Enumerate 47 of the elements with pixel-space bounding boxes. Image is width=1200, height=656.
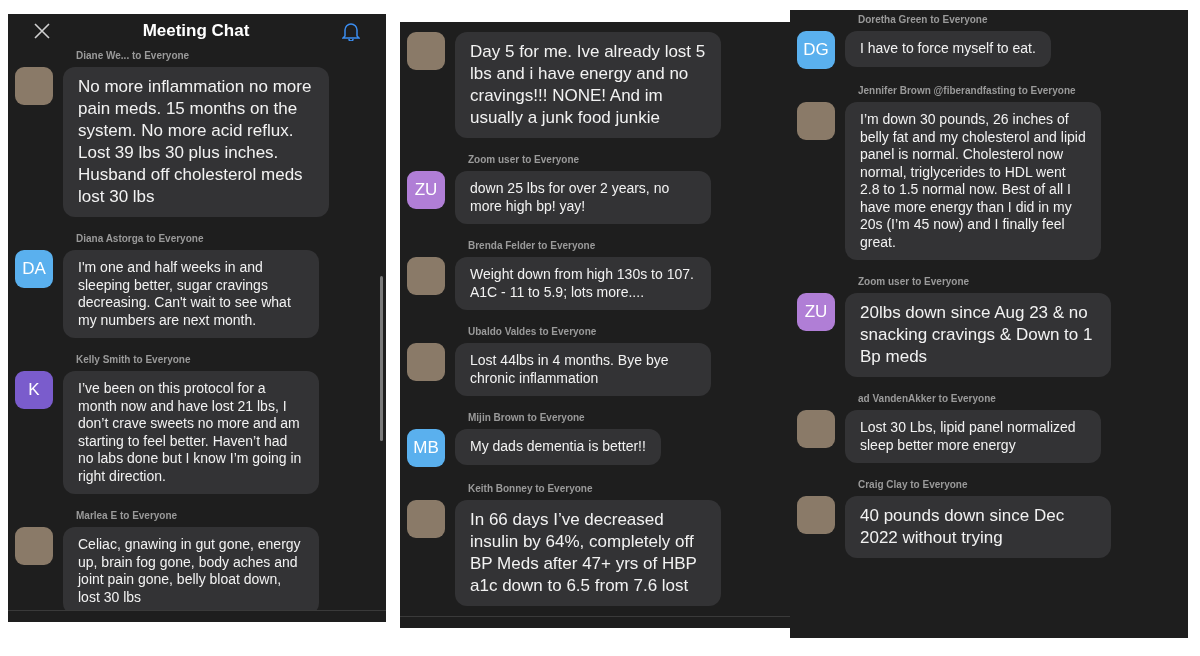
sender-label: Keith Bonney to Everyone [468, 482, 594, 496]
message-bubble: My dads dementia is better!! [455, 429, 661, 465]
avatar: K [15, 371, 53, 409]
avatar-photo-placeholder [407, 32, 445, 70]
message-bubble: down 25 lbs for over 2 years, no more high bp! yay! [455, 171, 711, 224]
avatar: DG [797, 31, 835, 69]
message-bubble: Day 5 for me. Ive already lost 5 lbs and i have energy and no cravings!!! NONE! And im usually a junk food junkie [455, 32, 721, 138]
message-bubble: I’m down 30 pounds, 26 inches of belly fat and my cholesterol and lipid panel is normal. Cholesterol now normal, triglycerides to HDL went 2.8 to 1.5 normal now. Best of all I have more energy than I did in my 20s (I’m 45 now) and I finally feel great. [845, 102, 1101, 260]
chat-title: Meeting Chat [142, 20, 250, 43]
avatar-photo-placeholder [407, 257, 445, 295]
sender-label: Marlea E to Everyone [76, 509, 179, 523]
avatar-photo-placeholder [407, 343, 445, 381]
avatar-photo-placeholder [797, 496, 835, 534]
avatar-photo-placeholder [15, 527, 53, 565]
sender-label: Ubaldo Valdes to Everyone [468, 325, 598, 339]
avatar: MB [407, 429, 445, 467]
avatar: ZU [797, 293, 835, 331]
message-bubble: In 66 days I’ve decreased insulin by 64%, completely off BP Meds after 47+ yrs of HBP a1c down to 6.5 from 7.6 lost [455, 500, 721, 606]
avatar-photo-placeholder [15, 67, 53, 105]
sender-label: Zoom user to Everyone [858, 275, 971, 289]
avatar-photo-placeholder [407, 500, 445, 538]
avatar: DA [15, 250, 53, 288]
sender-label: Jennifer Brown @fiberandfasting to Everyone [858, 84, 1077, 98]
message-bubble: Lost 30 Lbs, lipid panel normalized sleep better more energy [845, 410, 1101, 463]
message-bubble: 40 pounds down since Dec 2022 without trying [845, 496, 1111, 558]
sender-label: Zoom user to Everyone [468, 153, 581, 167]
sender-label: ad VandenAkker to Everyone [858, 392, 997, 406]
message-bubble: I'm one and half weeks in and sleeping better, sugar cravings decreasing. Can't wait to see what my numbers are next month. [63, 250, 319, 338]
message-bubble: I have to force myself to eat. [845, 31, 1051, 67]
avatar: ZU [407, 171, 445, 209]
sender-label: Craig Clay to Everyone [858, 478, 969, 492]
sender-label: Mijin Brown to Everyone [468, 411, 586, 425]
avatar-photo-placeholder [797, 102, 835, 140]
message-bubble: Weight down from high 130s to 107. A1C - 11 to 5.9; lots more.... [455, 257, 711, 310]
close-icon[interactable] [34, 23, 50, 39]
message-bubble: I’ve been on this protocol for a month now and have lost 21 lbs, I don’t crave sweets no more and am starting to feel better. Haven’t had no labs done but I know I’m going in right direction. [63, 371, 319, 494]
sender-label: Kelly Smith to Everyone [76, 353, 192, 367]
sender-label: Brenda Felder to Everyone [468, 239, 597, 253]
message-bubble: Celiac, gnawing in gut gone, energy up, brain fog gone, body aches and joint pain gone, belly bloat down, lost 30 lbs [63, 527, 319, 610]
bell-icon[interactable] [342, 21, 360, 41]
message-bubble: 20lbs down since Aug 23 & no snacking cravings & Down to 1 Bp meds [845, 293, 1111, 377]
avatar-photo-placeholder [797, 410, 835, 448]
message-bubble: No more inflammation no more pain meds. 15 months on the system. No more acid reflux. Lost 39 lbs 30 plus inches. Husband off cholesterol meds lost 30 lbs [63, 67, 329, 217]
sender-label: Diana Astorga to Everyone [76, 232, 205, 246]
sender-label: Diane We... to Everyone [76, 49, 191, 63]
message-bubble: Lost 44lbs in 4 months. Bye bye chronic inflammation [455, 343, 711, 396]
sender-label: Doretha Green to Everyone [858, 13, 989, 27]
